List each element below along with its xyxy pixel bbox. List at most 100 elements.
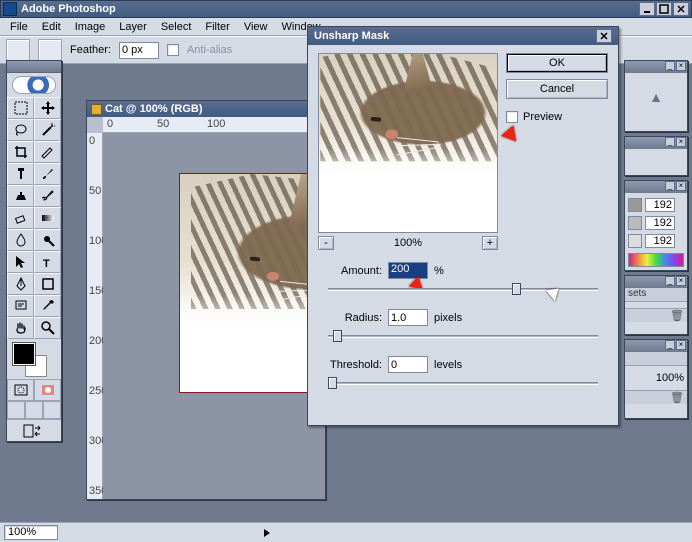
history-brush-tool[interactable] — [34, 185, 61, 207]
dialog-title: Unsharp Mask — [314, 30, 389, 42]
type-tool[interactable]: T — [34, 251, 61, 273]
svg-text:T: T — [43, 258, 50, 270]
screen-mode-3[interactable] — [43, 401, 61, 419]
canvas-area[interactable] — [103, 133, 325, 499]
filter-preview[interactable] — [318, 53, 498, 233]
hand-tool[interactable] — [7, 317, 34, 339]
menu-file[interactable]: File — [4, 19, 34, 35]
screen-mode-2[interactable] — [25, 401, 43, 419]
amount-slider[interactable] — [328, 283, 598, 297]
layers-tab[interactable] — [625, 352, 687, 366]
pen-tool[interactable] — [7, 273, 34, 295]
antialias-checkbox[interactable] — [167, 44, 179, 56]
marquee-tool[interactable] — [7, 97, 34, 119]
lasso-tool[interactable] — [7, 119, 34, 141]
brush-tool[interactable] — [34, 163, 61, 185]
history-palette: _× sets 🗑 — [624, 275, 688, 335]
palette-close-icon[interactable]: × — [676, 137, 686, 147]
jump-to-imageready[interactable] — [7, 419, 61, 441]
notes-tool[interactable] — [7, 295, 34, 317]
document-window: Cat @ 100% (RGB) 0 50 100 0 50 100 150 2… — [86, 100, 326, 500]
radius-input[interactable] — [388, 309, 428, 326]
toolbox-header[interactable] — [7, 61, 61, 73]
status-menu-icon[interactable] — [264, 529, 270, 537]
layers-palette: _× 100% 🗑 — [624, 339, 688, 419]
healing-brush-tool[interactable] — [7, 163, 34, 185]
minimize-button[interactable] — [639, 2, 655, 16]
info-body[interactable] — [625, 149, 687, 155]
threshold-input[interactable] — [388, 356, 428, 373]
zoom-out-button[interactable]: - — [318, 236, 334, 250]
tool-preset-picker[interactable] — [6, 39, 30, 61]
zoom-tool[interactable] — [34, 317, 61, 339]
palette-minimize-icon[interactable]: _ — [665, 340, 675, 350]
menu-filter[interactable]: Filter — [199, 19, 235, 35]
menu-layer[interactable]: Layer — [113, 19, 153, 35]
color-ramp[interactable] — [628, 253, 684, 267]
radius-unit: pixels — [434, 312, 462, 324]
amount-label: Amount: — [326, 265, 382, 277]
magic-wand-tool[interactable] — [34, 119, 61, 141]
eyedropper-tool[interactable] — [34, 295, 61, 317]
navigator-body[interactable]: ▲ — [625, 73, 687, 121]
palette-close-icon[interactable]: × — [676, 340, 686, 350]
standard-mode-button[interactable] — [7, 379, 34, 401]
antialias-label: Anti-alias — [187, 44, 232, 56]
shape-tool[interactable] — [34, 273, 61, 295]
dialog-close-button[interactable] — [596, 29, 612, 43]
trash-icon[interactable]: 🗑 — [670, 309, 684, 322]
quick-mask-button[interactable] — [34, 379, 61, 401]
ok-button[interactable]: OK — [506, 53, 608, 73]
menu-view[interactable]: View — [238, 19, 274, 35]
menu-select[interactable]: Select — [155, 19, 198, 35]
document-icon — [91, 104, 102, 115]
gradient-tool[interactable] — [34, 207, 61, 229]
screen-mode-1[interactable] — [7, 401, 25, 419]
palette-close-icon[interactable]: × — [676, 276, 686, 286]
blur-tool[interactable] — [7, 229, 34, 251]
close-button[interactable] — [673, 2, 689, 16]
palette-minimize-icon[interactable]: _ — [665, 137, 675, 147]
feather-input[interactable] — [119, 42, 159, 59]
zoom-field[interactable]: 100% — [4, 525, 58, 540]
eraser-tool[interactable] — [7, 207, 34, 229]
foreground-color-swatch[interactable] — [13, 343, 35, 365]
document-titlebar[interactable]: Cat @ 100% (RGB) — [87, 101, 325, 117]
vertical-ruler[interactable]: 0 50 100 150 200 250 300 350 — [87, 133, 103, 499]
radius-slider[interactable] — [328, 330, 598, 344]
color-row-r[interactable]: 192 — [628, 196, 684, 214]
marquee-style-picker[interactable] — [38, 39, 62, 61]
palette-close-icon[interactable]: × — [676, 181, 686, 191]
opacity-value[interactable]: 100% — [656, 372, 684, 384]
cat-image — [180, 174, 325, 392]
image-canvas[interactable] — [179, 173, 325, 393]
cancel-button[interactable]: Cancel — [506, 79, 608, 99]
color-row-b[interactable]: 192 — [628, 232, 684, 250]
unsharp-mask-dialog: Unsharp Mask - — [307, 26, 619, 426]
color-row-g[interactable]: 192 — [628, 214, 684, 232]
palette-close-icon[interactable]: × — [676, 61, 686, 71]
clone-stamp-tool[interactable] — [7, 185, 34, 207]
horizontal-ruler[interactable]: 0 50 100 — [103, 117, 325, 133]
trash-icon[interactable]: 🗑 — [670, 391, 684, 404]
dialog-titlebar[interactable]: Unsharp Mask — [308, 27, 618, 45]
palette-minimize-icon[interactable]: _ — [665, 61, 675, 71]
zoom-in-button[interactable]: + — [482, 236, 498, 250]
color-swatches[interactable] — [7, 339, 61, 379]
maximize-button[interactable] — [656, 2, 672, 16]
path-selection-tool[interactable] — [7, 251, 34, 273]
palette-minimize-icon[interactable]: _ — [665, 276, 675, 286]
threshold-slider[interactable] — [328, 377, 598, 391]
main-titlebar: Adobe Photoshop — [0, 0, 692, 18]
photoshop-logo — [7, 73, 61, 97]
menu-image[interactable]: Image — [69, 19, 112, 35]
move-tool[interactable] — [34, 97, 61, 119]
slice-tool[interactable] — [34, 141, 61, 163]
history-tab[interactable]: sets — [625, 288, 687, 302]
dodge-tool[interactable] — [34, 229, 61, 251]
palette-minimize-icon[interactable]: _ — [665, 181, 675, 191]
red-arrow-annotation-icon — [501, 123, 521, 142]
preview-checkbox[interactable] — [506, 111, 518, 123]
menu-edit[interactable]: Edit — [36, 19, 67, 35]
crop-tool[interactable] — [7, 141, 34, 163]
